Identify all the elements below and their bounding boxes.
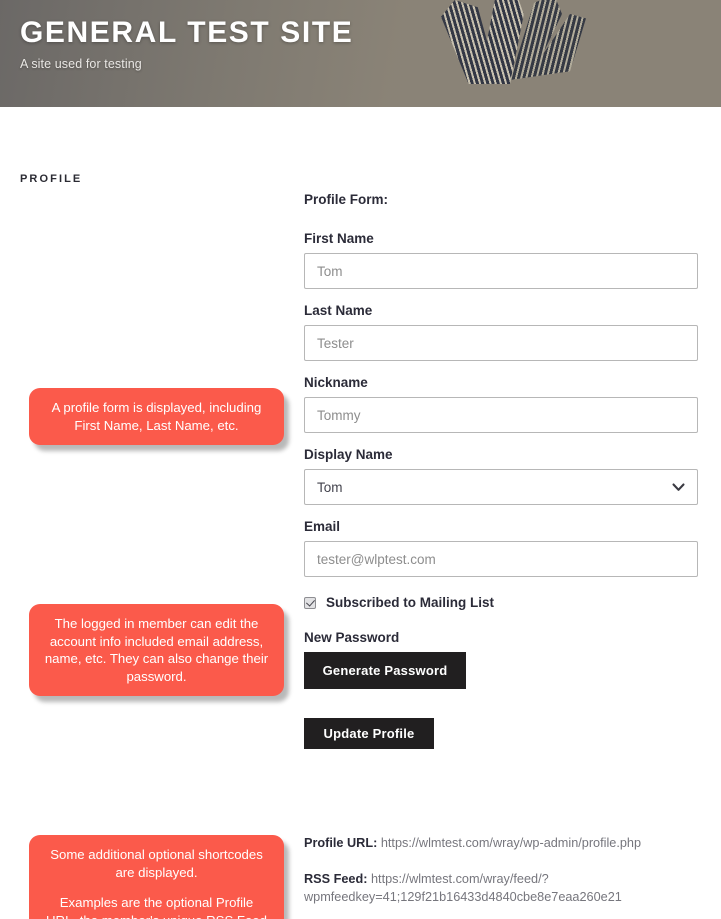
field-email: Email — [304, 519, 698, 577]
site-title: GENERAL TEST SITE — [20, 16, 354, 49]
profile-form: Profile Form: First Name Last Name Nickn… — [304, 192, 698, 749]
display-name-label: Display Name — [304, 447, 393, 462]
rss-feed-key: RSS Feed: — [304, 872, 368, 887]
profile-url-value[interactable]: https://wlmtest.com/wray/wp-admin/profil… — [381, 836, 641, 850]
callout-1-paragraph-1: A profile form is displayed, including F… — [51, 400, 262, 433]
site-header: GENERAL TEST SITE A site used for testin… — [0, 0, 721, 107]
page-title: PROFILE — [20, 173, 83, 185]
site-tagline: A site used for testing — [20, 56, 142, 71]
callout-3-paragraph-2: Examples are the optional Profile URL, t… — [46, 895, 267, 919]
subscribed-checkbox[interactable] — [304, 596, 316, 609]
annotation-callout-profile-form: A profile form is displayed, including F… — [29, 388, 284, 446]
update-profile-button[interactable]: Update Profile — [304, 718, 434, 749]
last-name-input[interactable] — [304, 325, 698, 361]
last-name-label: Last Name — [304, 303, 373, 318]
annotation-callout-account-editing: The logged in member can edit the accoun… — [29, 604, 284, 697]
first-name-input[interactable] — [304, 253, 698, 289]
member-info-list: Profile URL: https://wlmtest.com/wray/wp… — [304, 834, 704, 919]
subscribed-to-mailing-list-row[interactable]: Subscribed to Mailing List — [304, 595, 698, 610]
profile-form-heading: Profile Form: — [304, 192, 389, 207]
generate-password-button[interactable]: Generate Password — [304, 652, 466, 689]
callout-2-paragraph-1: The logged in member can edit the accoun… — [44, 616, 269, 684]
field-first-name: First Name — [304, 231, 698, 289]
header-text-block: GENERAL TEST SITE A site used for testin… — [20, 17, 353, 71]
first-name-label: First Name — [304, 231, 374, 246]
field-display-name: Display Name Tom — [304, 447, 698, 505]
field-new-password: New Password Generate Password — [304, 630, 698, 704]
email-input[interactable] — [304, 541, 698, 577]
nickname-input[interactable] — [304, 397, 698, 433]
field-nickname: Nickname — [304, 375, 698, 433]
display-name-select[interactable]: Tom — [304, 469, 698, 505]
new-password-label: New Password — [304, 630, 400, 645]
email-label: Email — [304, 519, 341, 534]
profile-page: GENERAL TEST SITE A site used for testin… — [0, 0, 721, 919]
nickname-label: Nickname — [304, 375, 368, 390]
field-last-name: Last Name — [304, 303, 698, 361]
display-name-select-wrapper: Tom — [304, 469, 698, 505]
callout-3-paragraph-1: Some additional optional shortcodes are … — [50, 847, 263, 880]
meta-row-profile-url: Profile URL: https://wlmtest.com/wray/wp… — [304, 834, 704, 852]
profile-url-key: Profile URL: — [304, 836, 378, 850]
meta-row-rss-feed: RSS Feed: https://wlmtest.com/wray/feed/… — [304, 870, 704, 906]
subscribed-checkbox-label: Subscribed to Mailing List — [326, 595, 495, 610]
annotation-callout-shortcodes: Some additional optional shortcodes are … — [29, 835, 284, 919]
